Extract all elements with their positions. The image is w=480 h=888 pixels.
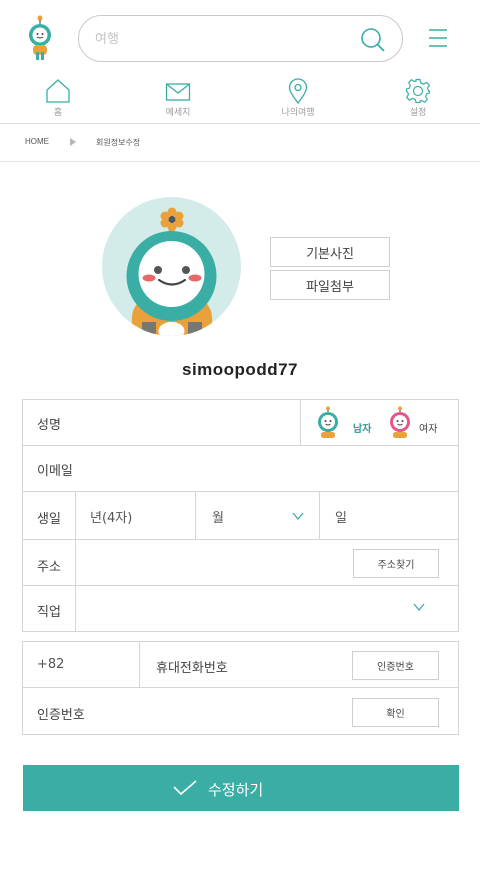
- birth-year-placeholder: 년(4자): [90, 511, 133, 526]
- name-input[interactable]: [83, 408, 293, 436]
- job-label: 직업: [37, 605, 61, 620]
- gender-option-female[interactable]: 여자: [385, 404, 445, 442]
- gender-option-male[interactable]: 남자: [313, 404, 373, 442]
- mail-icon: [165, 83, 191, 101]
- chevron-down-icon: [292, 512, 304, 520]
- code-row: 인증번호 확인: [23, 688, 458, 734]
- submit-label: 수정하기: [208, 781, 264, 799]
- phone-row: +82 휴대전화번호 인증번호: [23, 642, 458, 688]
- name-label: 성명: [37, 418, 61, 433]
- job-select[interactable]: [76, 586, 458, 631]
- divider: [300, 400, 301, 445]
- male-mascot-icon: [318, 406, 338, 438]
- birth-month-placeholder: 월: [212, 511, 224, 526]
- submit-edit-button[interactable]: 수정하기: [23, 765, 459, 811]
- email-input[interactable]: [93, 454, 443, 482]
- address-label: 주소: [37, 560, 61, 575]
- nav-item-my-trip[interactable]: 나의여행: [258, 78, 338, 122]
- check-icon: [173, 780, 197, 796]
- search-input[interactable]: [95, 28, 345, 50]
- job-row: 직업: [23, 586, 458, 631]
- address-input[interactable]: [83, 548, 343, 576]
- member-info-form: 성명 남자 여자 이메일 생일 년(4자) 월 일 주소 주소찾기 직업: [22, 399, 459, 632]
- default-photo-button[interactable]: 기본사진: [270, 237, 390, 267]
- confirm-button[interactable]: 확인: [352, 698, 439, 727]
- female-mascot-icon: [390, 406, 410, 438]
- birth-year-input[interactable]: 년(4자): [76, 492, 195, 539]
- search-bar: [78, 15, 403, 62]
- birth-month-select[interactable]: 월: [196, 492, 319, 539]
- attach-file-button[interactable]: 파일첨부: [270, 270, 390, 300]
- divider: [75, 540, 76, 585]
- mascot-logo-icon[interactable]: [24, 14, 56, 62]
- address-row: 주소 주소찾기: [23, 540, 458, 586]
- breadcrumb-home-link[interactable]: HOME: [25, 137, 49, 146]
- name-row: 성명 남자 여자: [23, 400, 458, 446]
- nav-label-my-trip: 나의여행: [281, 108, 315, 118]
- phone-verification-form: +82 휴대전화번호 인증번호 인증번호 확인: [22, 641, 459, 735]
- username: simoopodd77: [181, 360, 298, 379]
- birthday-row: 생일 년(4자) 월 일: [23, 492, 458, 540]
- verification-code-label: 인증번호: [37, 708, 85, 723]
- header: [0, 0, 480, 76]
- birthday-label: 생일: [37, 512, 61, 527]
- nav-label-settings: 설정: [409, 108, 427, 118]
- nav-label-message: 메세지: [165, 108, 191, 118]
- verification-code-input[interactable]: [113, 697, 343, 725]
- nav-label-home: 홈: [53, 108, 63, 118]
- birth-day-input[interactable]: 일: [320, 492, 458, 539]
- profile-avatar: [102, 197, 241, 336]
- gender-female-label: 여자: [419, 424, 438, 435]
- breadcrumb: HOME 회원정보수정: [0, 125, 480, 162]
- home-icon: [46, 79, 70, 103]
- email-row: 이메일: [23, 446, 458, 492]
- location-pin-icon: [288, 78, 308, 104]
- phone-number-placeholder: 휴대전화번호: [156, 661, 228, 676]
- nav-item-settings[interactable]: 설정: [378, 78, 458, 122]
- chevron-down-icon: [413, 603, 425, 611]
- nav-item-message[interactable]: 메세지: [138, 78, 218, 122]
- country-code[interactable]: +82: [37, 657, 64, 672]
- gender-male-label: 남자: [353, 424, 372, 435]
- hamburger-menu-icon[interactable]: [428, 28, 448, 48]
- email-label: 이메일: [37, 464, 73, 479]
- breadcrumb-current: 회원정보수정: [96, 138, 141, 147]
- breadcrumb-arrow-icon: [70, 138, 76, 146]
- birth-day-placeholder: 일: [335, 511, 347, 526]
- request-code-button[interactable]: 인증번호: [352, 651, 439, 680]
- address-search-button[interactable]: 주소찾기: [353, 549, 439, 578]
- search-icon[interactable]: [360, 27, 386, 53]
- phone-number-input[interactable]: 휴대전화번호: [140, 642, 340, 687]
- nav-item-home[interactable]: 홈: [18, 78, 98, 122]
- gear-icon: [405, 78, 431, 104]
- main-nav: 홈 메세지 나의여행 설정: [0, 76, 480, 124]
